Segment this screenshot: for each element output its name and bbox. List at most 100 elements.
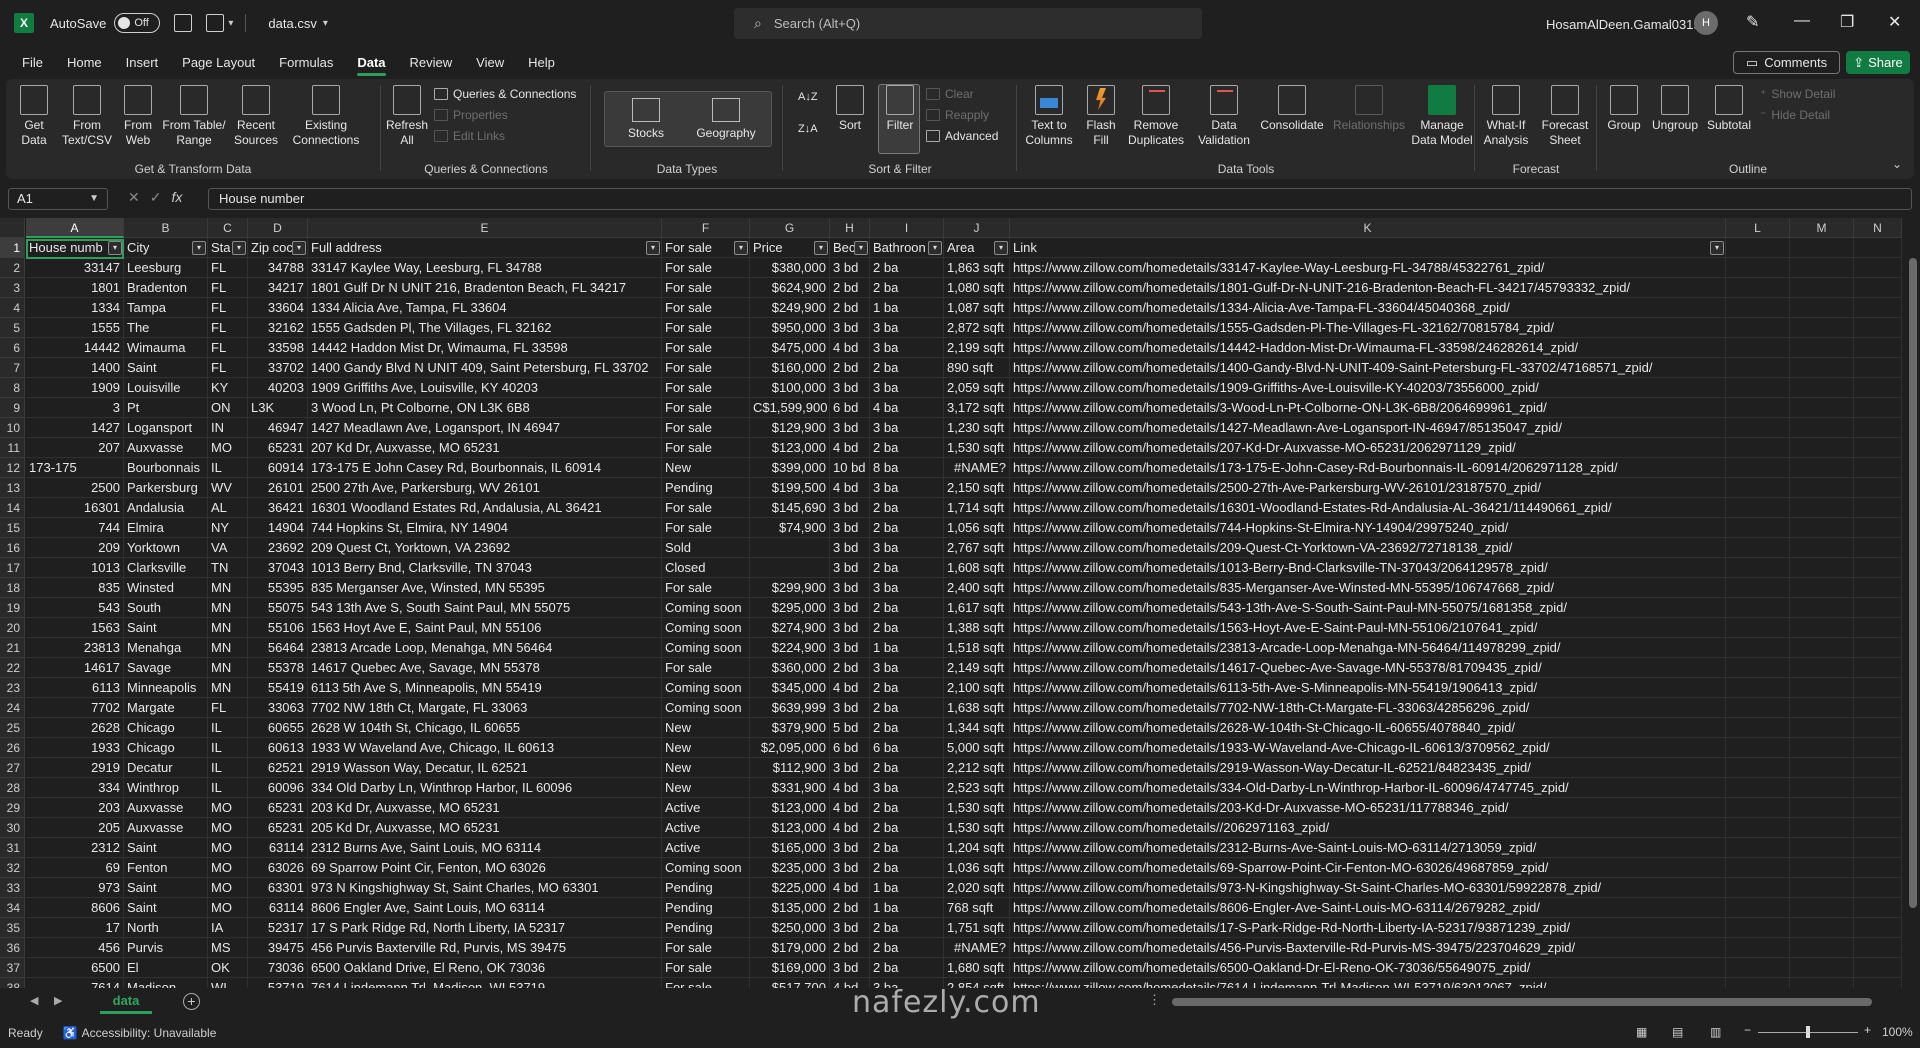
table-cell[interactable]: 3 ba xyxy=(870,338,944,358)
table-cell[interactable]: MN xyxy=(208,658,248,678)
table-cell[interactable]: ON xyxy=(208,398,248,418)
table-cell[interactable]: 3 ba xyxy=(870,478,944,498)
table-cell[interactable]: Pt xyxy=(124,398,208,418)
table-cell[interactable]: MO xyxy=(208,878,248,898)
table-cell[interactable]: 6 bd xyxy=(830,398,870,418)
row-header[interactable]: 4 xyxy=(0,298,25,318)
table-cell[interactable]: 1427 Meadlawn Ave, Logansport, IN 46947 xyxy=(308,418,662,438)
table-cell[interactable]: 1,863 sqft xyxy=(944,258,1010,278)
table-cell[interactable]: 1933 xyxy=(26,738,124,758)
table-cell[interactable]: 55419 xyxy=(248,678,308,698)
table-cell[interactable]: Clarksville xyxy=(124,558,208,578)
table-cell[interactable] xyxy=(1790,778,1854,798)
tab-review[interactable]: Review xyxy=(398,46,465,78)
table-cell[interactable]: 2919 xyxy=(26,758,124,778)
table-cell[interactable]: 39475 xyxy=(248,938,308,958)
table-cell[interactable]: 3 bd xyxy=(830,958,870,978)
table-cell[interactable]: AL xyxy=(208,498,248,518)
table-cell[interactable]: Chicago xyxy=(124,718,208,738)
table-cell[interactable]: 1,680 sqft xyxy=(944,958,1010,978)
chevron-down-icon[interactable]: ▾ xyxy=(228,18,233,29)
filter-dropdown-icon[interactable]: ▾ xyxy=(734,241,748,255)
avatar[interactable]: H xyxy=(1694,11,1718,35)
table-cell[interactable] xyxy=(1854,458,1902,478)
table-cell[interactable]: 33147 Kaylee Way, Leesburg, FL 34788 xyxy=(308,258,662,278)
table-cell[interactable]: 2 ba xyxy=(870,618,944,638)
table-cell[interactable]: For sale xyxy=(662,438,750,458)
table-cell[interactable]: 2 ba xyxy=(870,518,944,538)
table-cell[interactable] xyxy=(1790,498,1854,518)
add-sheet-icon[interactable]: + xyxy=(183,993,200,1010)
table-cell[interactable]: $145,690 xyxy=(750,498,830,518)
table-cell[interactable]: 2312 Burns Ave, Saint Louis, MO 63114 xyxy=(308,838,662,858)
table-cell[interactable]: 2 ba xyxy=(870,838,944,858)
table-cell[interactable]: Winthrop xyxy=(124,778,208,798)
table-cell[interactable]: 835 Merganser Ave, Winsted, MN 55395 xyxy=(308,578,662,598)
existing-connections-button[interactable]: Existing Connections xyxy=(290,85,362,148)
hide-detail-button[interactable]: ⁻ Hide Detail xyxy=(1760,108,1830,122)
table-cell[interactable]: IL xyxy=(208,778,248,798)
table-cell[interactable]: 4 bd xyxy=(830,878,870,898)
get-data-button[interactable]: Get Data xyxy=(14,85,54,148)
table-cell[interactable]: New xyxy=(662,778,750,798)
table-cell[interactable]: $160,000 xyxy=(750,358,830,378)
table-cell[interactable] xyxy=(1726,618,1790,638)
table-cell[interactable]: 2,199 sqft xyxy=(944,338,1010,358)
table-cell[interactable]: 14617 xyxy=(26,658,124,678)
table-cell[interactable]: 1555 xyxy=(26,318,124,338)
column-header-k[interactable]: K xyxy=(1010,218,1726,238)
row-header[interactable]: 11 xyxy=(0,438,25,458)
table-cell[interactable]: VA xyxy=(208,538,248,558)
table-cell[interactable]: The xyxy=(124,318,208,338)
header-cell[interactable]: Full address xyxy=(308,238,662,258)
table-cell[interactable]: IN xyxy=(208,418,248,438)
table-cell[interactable]: Auxvasse xyxy=(124,438,208,458)
table-cell[interactable]: Yorktown xyxy=(124,538,208,558)
table-cell[interactable]: 4 bd xyxy=(830,818,870,838)
table-cell[interactable]: 17 xyxy=(26,918,124,938)
table-cell[interactable]: El xyxy=(124,958,208,978)
table-cell[interactable]: #NAME? xyxy=(944,938,1010,958)
table-cell[interactable]: New xyxy=(662,738,750,758)
filter-dropdown-icon[interactable]: ▾ xyxy=(814,241,828,255)
table-cell[interactable]: 2919 Wasson Way, Decatur, IL 62521 xyxy=(308,758,662,778)
row-header[interactable]: 1 xyxy=(0,238,25,258)
table-cell[interactable]: 1,518 sqft xyxy=(944,638,1010,658)
filter-button[interactable]: Filter xyxy=(880,85,920,133)
table-cell[interactable] xyxy=(1726,598,1790,618)
forecast-sheet-button[interactable]: Forecast Sheet xyxy=(1538,85,1592,148)
table-cell[interactable]: Louisville xyxy=(124,378,208,398)
table-cell[interactable] xyxy=(1790,478,1854,498)
tab-formulas[interactable]: Formulas xyxy=(267,46,345,78)
zoom-level[interactable]: 100% xyxy=(1882,1025,1913,1039)
table-cell[interactable]: 55106 xyxy=(248,618,308,638)
table-cell[interactable]: https://www.zillow.com/homedetails/1400-… xyxy=(1010,358,1726,378)
table-cell[interactable]: 33598 xyxy=(248,338,308,358)
data-validation-button[interactable]: Data Validation xyxy=(1190,85,1258,148)
queries-connections-button[interactable]: Queries & Connections xyxy=(434,87,576,101)
row-header[interactable]: 30 xyxy=(0,818,25,838)
table-cell[interactable]: Auxvasse xyxy=(124,818,208,838)
show-detail-button[interactable]: ⁺ Show Detail xyxy=(1760,87,1835,101)
table-cell[interactable]: 2 ba xyxy=(870,358,944,378)
table-cell[interactable]: 33604 xyxy=(248,298,308,318)
table-cell[interactable] xyxy=(1854,478,1902,498)
table-cell[interactable]: $639,999 xyxy=(750,698,830,718)
table-cell[interactable] xyxy=(1726,658,1790,678)
table-cell[interactable]: MS xyxy=(208,938,248,958)
table-cell[interactable]: 543 xyxy=(26,598,124,618)
table-cell[interactable] xyxy=(1726,718,1790,738)
table-cell[interactable]: 334 xyxy=(26,778,124,798)
table-cell[interactable]: 3 bd xyxy=(830,378,870,398)
row-header[interactable]: 10 xyxy=(0,418,25,438)
table-cell[interactable] xyxy=(1790,818,1854,838)
table-cell[interactable]: 23813 xyxy=(26,638,124,658)
from-text-csv-button[interactable]: From Text/CSV xyxy=(58,85,116,148)
table-cell[interactable] xyxy=(1790,578,1854,598)
table-cell[interactable]: $123,000 xyxy=(750,438,830,458)
table-cell[interactable]: 1,530 sqft xyxy=(944,798,1010,818)
table-cell[interactable]: 2 ba xyxy=(870,918,944,938)
table-cell[interactable]: 7702 xyxy=(26,698,124,718)
table-cell[interactable]: 2 ba xyxy=(870,758,944,778)
table-cell[interactable] xyxy=(1726,498,1790,518)
